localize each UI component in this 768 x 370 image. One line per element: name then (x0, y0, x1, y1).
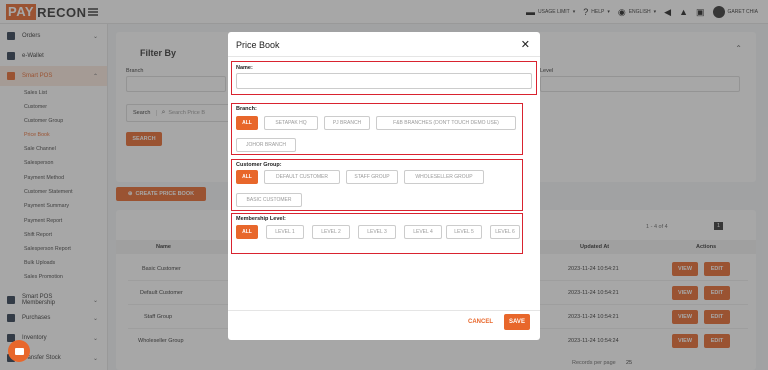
level-chip-all[interactable]: ALL (236, 225, 258, 239)
modal-footer-divider (228, 310, 540, 311)
chat-icon (14, 347, 24, 355)
branch-chip-fnb-branches[interactable]: F&B BRANCHES (DON'T TOUCH DEMO USE) (376, 116, 516, 130)
group-chip-staff-group[interactable]: STAFF GROUP (346, 170, 398, 184)
branch-chip-johor-branch[interactable]: JOHOR BRANCH (236, 138, 296, 152)
modal-header-divider (228, 56, 540, 57)
branch-label: Branch: (236, 106, 257, 112)
chat-button[interactable] (8, 340, 30, 362)
modal-title: Price Book (236, 40, 280, 50)
branch-chip-pj-branch[interactable]: PJ BRANCH (324, 116, 370, 130)
group-chip-wholeseller-group[interactable]: WHOLESELLER GROUP (404, 170, 484, 184)
name-label: Name: (236, 65, 253, 71)
cancel-button[interactable]: CANCEL (468, 319, 493, 325)
group-chip-basic-customer[interactable]: BASIC CUSTOMER (236, 193, 302, 207)
level-chip-5[interactable]: LEVEL 5 (446, 225, 482, 239)
close-icon[interactable]: ✕ (521, 38, 530, 51)
level-chip-1[interactable]: LEVEL 1 (266, 225, 304, 239)
level-chip-4[interactable]: LEVEL 4 (404, 225, 442, 239)
customer-group-label: Customer Group: (236, 162, 282, 168)
level-chip-6[interactable]: LEVEL 6 (490, 225, 520, 239)
branch-chip-setapak-hq[interactable]: SETAPAK HQ (264, 116, 318, 130)
save-button[interactable]: SAVE (504, 314, 530, 330)
branch-chip-all[interactable]: ALL (236, 116, 258, 130)
level-chip-2[interactable]: LEVEL 2 (312, 225, 350, 239)
name-input[interactable] (236, 73, 532, 89)
group-chip-all[interactable]: ALL (236, 170, 258, 184)
price-book-modal: Price Book ✕ Name: Branch: ALL SETAPAK H… (228, 32, 540, 340)
level-chip-3[interactable]: LEVEL 3 (358, 225, 396, 239)
membership-level-label: Membership Level: (236, 216, 286, 222)
group-chip-default-customer[interactable]: DEFAULT CUSTOMER (264, 170, 340, 184)
